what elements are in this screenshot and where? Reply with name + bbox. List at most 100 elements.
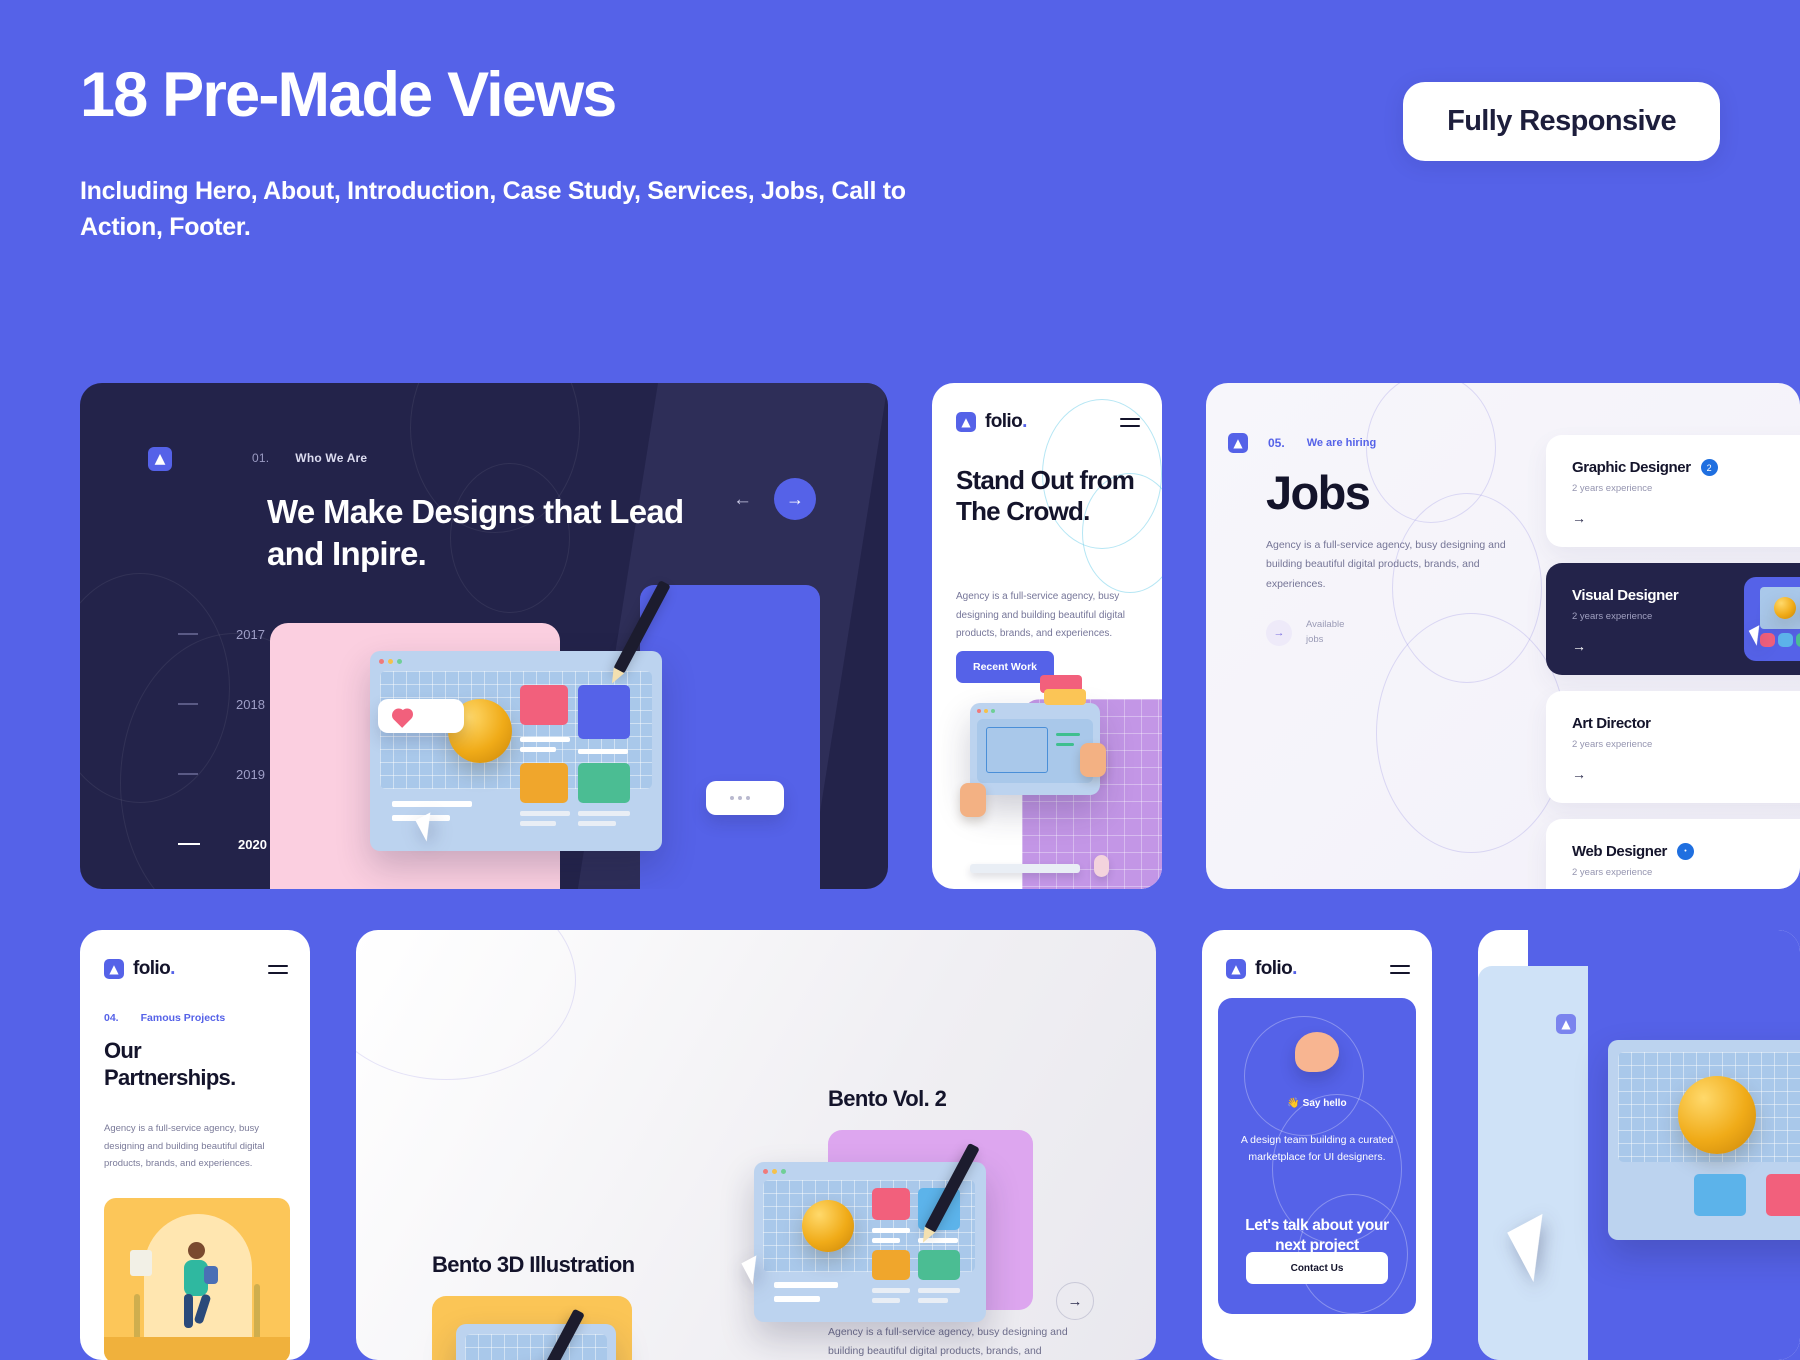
mobile-header: ▲ folio. — [956, 411, 1140, 433]
chat-bubble — [706, 781, 784, 815]
hamburger-menu-icon[interactable] — [268, 964, 288, 974]
keyboard-illustration — [970, 864, 1080, 873]
timeline-year: 2020 — [238, 836, 267, 852]
tile-green — [578, 763, 630, 803]
bento-body: Agency is a full-service agency, busy de… — [828, 1326, 1068, 1358]
job-card[interactable]: Graphic Designer 2 2 years experience → — [1546, 435, 1800, 547]
job-experience: 2 years experience — [1572, 867, 1653, 878]
page-subtitle: Including Hero, About, Introduction, Cas… — [80, 177, 906, 241]
timeline-dash — [178, 703, 198, 705]
partnerships-preview-card[interactable]: ▲ folio. 04. Famous Projects Our Partner… — [80, 930, 310, 1360]
partner-heading: Our Partnerships. — [104, 1038, 236, 1090]
hamburger-menu-icon[interactable] — [1390, 964, 1410, 974]
timeline-dash — [178, 773, 198, 775]
arrow-right-icon[interactable]: → — [1056, 1282, 1094, 1320]
decorative-curve — [356, 930, 576, 1080]
monitor-illustration — [1608, 1040, 1800, 1240]
decorative-curve — [1376, 613, 1566, 853]
job-thumbnail — [1744, 577, 1800, 661]
brand-dot: . — [1292, 958, 1297, 979]
window-dots — [379, 659, 402, 664]
hamburger-menu-icon[interactable] — [1120, 417, 1140, 427]
mobile-header: ▲ folio. — [1226, 958, 1410, 980]
timeline-year: 2019 — [236, 766, 265, 782]
folio-logo-icon: ▲ — [104, 959, 124, 979]
page-header: 18 Pre-Made Views Including Hero, About,… — [80, 62, 1720, 245]
mouse-illustration — [1094, 855, 1109, 877]
hero-eyebrow-label: Who We Are — [295, 451, 368, 465]
cta-panel: 👋 Say hello A design team building a cur… — [1218, 998, 1416, 1314]
jobs-eyebrow: 05. We are hiring — [1268, 436, 1376, 450]
tile-blue — [578, 685, 630, 739]
job-experience: 2 years experience — [1572, 739, 1653, 750]
timeline-year: 2018 — [236, 696, 265, 712]
chat-bubble — [378, 699, 464, 733]
hero-preview-card[interactable]: ▲ 01. Who We Are We Make Designs that Le… — [80, 383, 888, 889]
jobs-eyebrow-number: 05. — [1268, 436, 1285, 450]
arrow-right-icon[interactable]: → — [1572, 766, 1800, 782]
job-experience: 2 years experience — [1572, 483, 1653, 494]
bento-title-left: Bento 3D Illustration — [432, 1252, 635, 1277]
arrow-right-icon[interactable]: → — [774, 478, 816, 520]
brand-name: folio — [985, 411, 1023, 432]
job-title: Visual Designer — [1572, 587, 1679, 604]
fully-responsive-badge: Fully Responsive — [1403, 82, 1720, 161]
call-to-action-card[interactable]: ▲ folio. 👋 Say hello A design team build… — [1202, 930, 1432, 1360]
arrow-left-icon[interactable]: ← — [733, 490, 752, 509]
bento-illustration-card[interactable]: Bento 3D Illustration Bento Vol. 2 Agenc… — [356, 930, 1156, 1360]
job-card-selected[interactable]: Visual Designer 2 years experience → — [1546, 563, 1800, 675]
last-preview-card[interactable]: ▲ — [1478, 930, 1800, 1360]
jobs-body: Agency is a full-service agency, busy de… — [1266, 539, 1506, 590]
job-title: Web Designer — [1572, 843, 1667, 860]
jobs-eyebrow-label: We are hiring — [1306, 437, 1377, 449]
job-list[interactable]: Graphic Designer 2 2 years experience → … — [1546, 435, 1800, 889]
job-card[interactable]: Web Designer • 2 years experience → — [1546, 819, 1800, 889]
heart-icon — [393, 710, 412, 728]
brand-dot: . — [1022, 411, 1027, 432]
job-title: Graphic Designer — [1572, 459, 1691, 476]
partner-eyebrow: 04. Famous Projects — [104, 1012, 225, 1024]
arrow-right-icon[interactable]: → — [1572, 510, 1800, 526]
available-label-line1: Available — [1306, 619, 1345, 630]
folio-logo-icon: ▲ — [1226, 959, 1246, 979]
brand-logo[interactable]: ▲ folio. — [956, 411, 1027, 433]
brand-name: folio — [1255, 958, 1293, 979]
tile-yellow — [1044, 689, 1086, 705]
bento-title-right: Bento Vol. 2 — [828, 1086, 947, 1111]
monitor-illustration — [456, 1324, 616, 1360]
speech-blob-icon — [1295, 1032, 1339, 1072]
jobs-preview-card[interactable]: ▲ 05. We are hiring Jobs Agency is a ful… — [1206, 383, 1800, 889]
job-count-badge: 2 — [1700, 459, 1718, 476]
stand-out-body: Agency is a full-service agency, busy de… — [956, 591, 1126, 639]
tile-orange — [520, 763, 568, 803]
partner-eyebrow-number: 04. — [104, 1012, 119, 1024]
folio-logo-icon: ▲ — [956, 412, 976, 432]
brand-logo[interactable]: ▲ folio. — [104, 958, 175, 980]
hero-heading: We Make Designs that Lead and Inpire. — [267, 493, 684, 572]
folio-logo-icon: ▲ — [1228, 433, 1248, 453]
available-jobs[interactable]: → Available jobs — [1266, 618, 1344, 647]
hero-nav-arrows[interactable]: ← → — [733, 478, 816, 520]
people-illustration — [104, 1198, 290, 1360]
stand-out-heading: Stand Out from The Crowd. — [956, 465, 1135, 526]
contact-us-button[interactable]: Contact Us — [1246, 1252, 1388, 1284]
hero-blue-panel — [640, 585, 820, 889]
folio-logo-icon: ▲ — [1556, 1014, 1576, 1034]
hero-eyebrow: 01. Who We Are — [152, 451, 367, 465]
mobile-header: ▲ folio. — [104, 958, 288, 980]
available-label-line2: jobs — [1306, 633, 1324, 645]
timeline-year: 2017 — [236, 626, 265, 642]
timeline-dash — [178, 843, 200, 845]
timeline-dash — [178, 633, 198, 635]
hand-illustration — [1080, 743, 1106, 777]
job-card[interactable]: Art Director 2 years experience → — [1546, 691, 1800, 803]
job-status-badge: • — [1676, 843, 1694, 860]
jobs-heading: Jobs — [1266, 466, 1371, 519]
arrow-right-icon[interactable]: → — [1266, 619, 1292, 646]
tile-pink — [520, 685, 568, 725]
stand-out-mobile-card[interactable]: ▲ folio. Stand Out from The Crowd. Agenc… — [932, 383, 1162, 889]
hand-illustration — [960, 783, 986, 817]
partner-eyebrow-label: Famous Projects — [140, 1012, 226, 1024]
cta-heading: Let's talk about your next project — [1245, 1217, 1389, 1255]
brand-logo[interactable]: ▲ folio. — [1226, 958, 1297, 980]
